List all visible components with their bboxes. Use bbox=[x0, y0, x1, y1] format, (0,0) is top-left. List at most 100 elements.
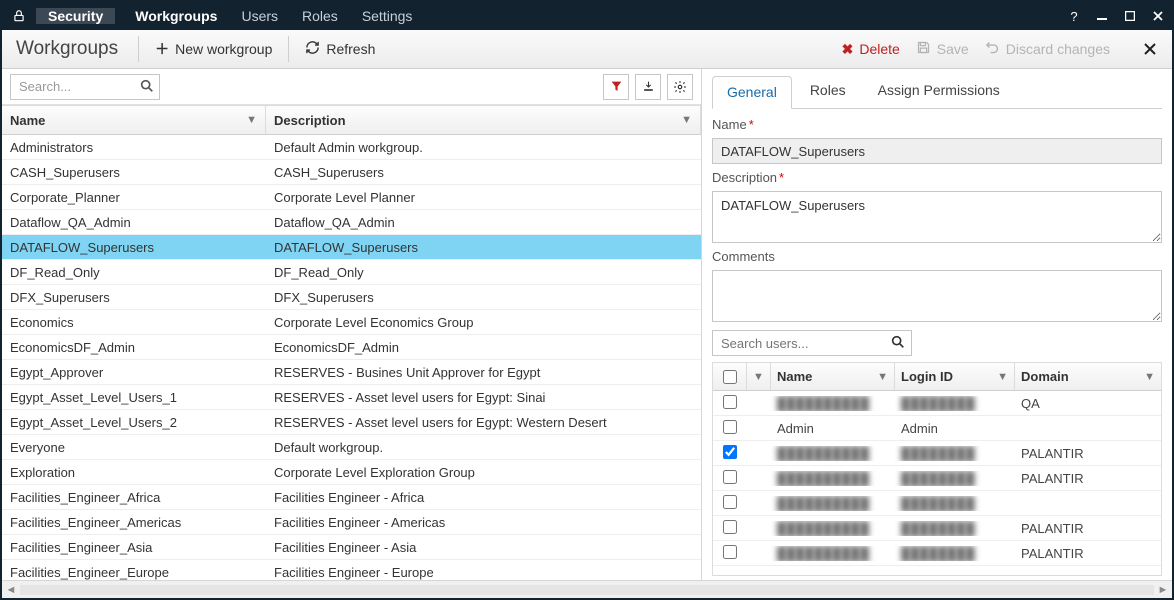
user-domain: PALANTIR bbox=[1015, 471, 1161, 486]
user-checkbox[interactable] bbox=[713, 420, 747, 437]
col-header-name-label: Name bbox=[10, 113, 45, 128]
user-domain: PALANTIR bbox=[1015, 546, 1161, 561]
table-row[interactable]: EconomicsDF_AdminEconomicsDF_Admin bbox=[2, 335, 701, 360]
name-field[interactable] bbox=[712, 138, 1162, 164]
table-row[interactable]: DFX_SuperusersDFX_Superusers bbox=[2, 285, 701, 310]
col-header-description[interactable]: Description ▼ bbox=[266, 106, 701, 134]
minimize-icon[interactable] bbox=[1088, 2, 1116, 30]
user-checkbox[interactable] bbox=[713, 520, 747, 537]
title-tab-settings[interactable]: Settings bbox=[350, 2, 425, 30]
workgroup-search[interactable] bbox=[10, 74, 160, 100]
table-row[interactable]: ExplorationCorporate Level Exploration G… bbox=[2, 460, 701, 485]
user-checkbox[interactable] bbox=[713, 545, 747, 562]
user-row[interactable]: ██████████████████PALANTIR bbox=[713, 516, 1161, 541]
user-name: ██████████ bbox=[771, 546, 895, 561]
user-col-login[interactable]: Login ID▼ bbox=[895, 363, 1015, 390]
workgroup-grid[interactable]: AdministratorsDefault Admin workgroup.CA… bbox=[2, 135, 701, 580]
table-row[interactable]: EconomicsCorporate Level Economics Group bbox=[2, 310, 701, 335]
panel-close-icon[interactable] bbox=[1136, 30, 1164, 68]
clear-filter-button[interactable] bbox=[603, 74, 629, 100]
cell-desc: Default Admin workgroup. bbox=[266, 140, 701, 155]
table-row[interactable]: Egypt_ApproverRESERVES - Busines Unit Ap… bbox=[2, 360, 701, 385]
title-tab-workgroups[interactable]: Workgroups bbox=[123, 2, 229, 30]
table-row[interactable]: Facilities_Engineer_AsiaFacilities Engin… bbox=[2, 535, 701, 560]
user-checkbox[interactable] bbox=[713, 395, 747, 412]
table-row[interactable]: Egypt_Asset_Level_Users_2RESERVES - Asse… bbox=[2, 410, 701, 435]
table-row[interactable]: DF_Read_OnlyDF_Read_Only bbox=[2, 260, 701, 285]
select-all-checkbox[interactable] bbox=[713, 363, 747, 390]
title-bar: Security WorkgroupsUsersRolesSettings ? bbox=[2, 2, 1172, 30]
user-row[interactable]: AdminAdmin bbox=[713, 416, 1161, 441]
table-row[interactable]: Egypt_Asset_Level_Users_1RESERVES - Asse… bbox=[2, 385, 701, 410]
user-row[interactable]: ██████████████████PALANTIR bbox=[713, 541, 1161, 566]
filter-icon[interactable]: ▼ bbox=[681, 114, 692, 126]
cell-name: Egypt_Asset_Level_Users_2 bbox=[2, 415, 266, 430]
cell-desc: Default workgroup. bbox=[266, 440, 701, 455]
app-title: Security bbox=[36, 8, 115, 24]
user-name: ██████████ bbox=[771, 496, 895, 511]
delete-button[interactable]: ✖ Delete bbox=[834, 37, 908, 62]
user-login: Admin bbox=[895, 421, 1015, 436]
cell-desc: Corporate Level Exploration Group bbox=[266, 465, 701, 480]
name-field-label: Name bbox=[712, 117, 747, 132]
table-row[interactable]: Corporate_PlannerCorporate Level Planner bbox=[2, 185, 701, 210]
workgroup-search-input[interactable] bbox=[10, 74, 160, 100]
cell-desc: EconomicsDF_Admin bbox=[266, 340, 701, 355]
cell-name: Exploration bbox=[2, 465, 266, 480]
cell-desc: DFX_Superusers bbox=[266, 290, 701, 305]
cell-name: Facilities_Engineer_Asia bbox=[2, 540, 266, 555]
table-row[interactable]: DATAFLOW_SuperusersDATAFLOW_Superusers bbox=[2, 235, 701, 260]
tab-roles[interactable]: Roles bbox=[796, 75, 860, 108]
tab-assign-permissions[interactable]: Assign Permissions bbox=[864, 75, 1014, 108]
user-name: ██████████ bbox=[771, 521, 895, 536]
table-row[interactable]: EveryoneDefault workgroup. bbox=[2, 435, 701, 460]
user-checkbox[interactable] bbox=[713, 470, 747, 487]
maximize-icon[interactable] bbox=[1116, 2, 1144, 30]
search-icon[interactable] bbox=[139, 78, 155, 97]
scroll-left-icon[interactable]: ◄ bbox=[2, 584, 20, 596]
table-row[interactable]: Dataflow_QA_AdminDataflow_QA_Admin bbox=[2, 210, 701, 235]
title-tab-roles[interactable]: Roles bbox=[290, 2, 350, 30]
new-workgroup-button[interactable]: ＋ New workgroup bbox=[147, 35, 280, 63]
user-col-domain[interactable]: Domain▼ bbox=[1015, 363, 1161, 390]
title-tab-users[interactable]: Users bbox=[229, 2, 290, 30]
cell-desc: Facilities Engineer - Europe bbox=[266, 565, 701, 580]
refresh-button[interactable]: Refresh bbox=[297, 36, 383, 62]
user-row[interactable]: ██████████████████ bbox=[713, 491, 1161, 516]
table-row[interactable]: Facilities_Engineer_AfricaFacilities Eng… bbox=[2, 485, 701, 510]
cell-name: DATAFLOW_Superusers bbox=[2, 240, 266, 255]
user-grid[interactable]: ██████████████████QAAdminAdmin██████████… bbox=[713, 391, 1161, 575]
tab-general[interactable]: General bbox=[712, 76, 792, 109]
user-row[interactable]: ██████████████████PALANTIR bbox=[713, 466, 1161, 491]
user-checkbox[interactable] bbox=[713, 445, 747, 462]
cell-desc: CASH_Superusers bbox=[266, 165, 701, 180]
user-domain: PALANTIR bbox=[1015, 446, 1161, 461]
table-row[interactable]: Facilities_Engineer_EuropeFacilities Eng… bbox=[2, 560, 701, 580]
cell-name: Egypt_Asset_Level_Users_1 bbox=[2, 390, 266, 405]
filter-icon[interactable]: ▼ bbox=[747, 363, 771, 390]
col-header-name[interactable]: Name ▼ bbox=[2, 106, 266, 134]
description-field-label: Description bbox=[712, 170, 777, 185]
comments-field[interactable] bbox=[712, 270, 1162, 322]
scroll-right-icon[interactable]: ► bbox=[1154, 584, 1172, 596]
plus-icon: ＋ bbox=[155, 39, 169, 59]
user-row[interactable]: ██████████████████PALANTIR bbox=[713, 441, 1161, 466]
user-checkbox[interactable] bbox=[713, 495, 747, 512]
user-search-input[interactable] bbox=[712, 330, 912, 356]
filter-icon[interactable]: ▼ bbox=[246, 114, 257, 126]
user-name: ██████████ bbox=[771, 396, 895, 411]
horizontal-scrollbar[interactable]: ◄ ► bbox=[2, 580, 1172, 598]
export-button[interactable] bbox=[635, 74, 661, 100]
table-row[interactable]: CASH_SuperusersCASH_Superusers bbox=[2, 160, 701, 185]
user-row[interactable]: ██████████████████QA bbox=[713, 391, 1161, 416]
table-row[interactable]: AdministratorsDefault Admin workgroup. bbox=[2, 135, 701, 160]
close-icon[interactable] bbox=[1144, 2, 1172, 30]
save-label: Save bbox=[937, 41, 969, 57]
help-icon[interactable]: ? bbox=[1060, 2, 1088, 30]
description-field[interactable] bbox=[712, 191, 1162, 243]
user-col-name[interactable]: Name▼ bbox=[771, 363, 895, 390]
table-row[interactable]: Facilities_Engineer_AmericasFacilities E… bbox=[2, 510, 701, 535]
search-icon[interactable] bbox=[890, 334, 906, 353]
refresh-icon bbox=[305, 40, 320, 58]
settings-button[interactable] bbox=[667, 74, 693, 100]
